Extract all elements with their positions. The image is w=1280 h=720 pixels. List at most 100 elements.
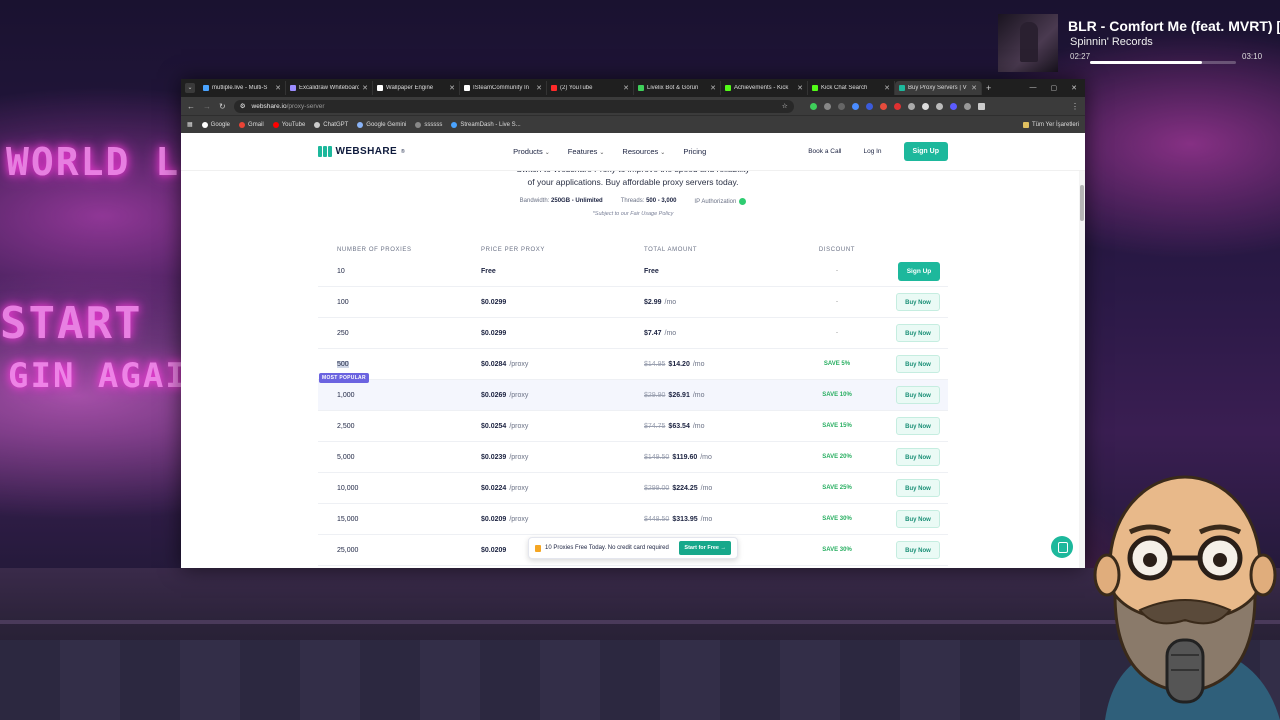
bookmark-star-icon[interactable]: ☆ [782, 102, 788, 110]
browser-tab[interactable]: mutliple.live - Multi-S ✕ [199, 81, 286, 95]
table-row: 500 $0.0284/proxy $14.95 $14.20/mo SAVE 5% Bu… [318, 349, 948, 380]
tab-favicon-icon [377, 85, 383, 91]
cell-total-amount: $2.99/mo [644, 298, 677, 306]
bookmark-item[interactable]: StreamDash - Live S... [451, 121, 521, 128]
signup-button[interactable]: Sign Up [903, 142, 948, 161]
apps-grid-icon[interactable]: ▦ [187, 121, 193, 128]
tab-close-icon[interactable]: ✕ [710, 84, 716, 92]
plan-specs: Bandwidth: 250GB - Unlimited Threads: 50… [181, 198, 1085, 205]
tab-close-icon[interactable]: ✕ [362, 84, 368, 92]
tab-search-button[interactable]: ⌄ [185, 83, 195, 93]
extension-icon[interactable] [837, 102, 845, 110]
browser-tab[interactable]: Livelix Bot & Görün ✕ [634, 81, 721, 95]
browser-tab[interactable]: Kick Chat Search ✕ [808, 81, 895, 95]
scrollbar-thumb[interactable] [1080, 185, 1084, 221]
menu-resources[interactable]: Resources ⌄ [622, 147, 665, 156]
address-bar[interactable]: ⚙ webshare.io/proxy-server ☆ [233, 99, 794, 113]
buy-now-button[interactable]: Buy Now [896, 355, 940, 373]
extension-icon[interactable] [921, 102, 929, 110]
tab-close-icon[interactable]: ✕ [275, 84, 281, 92]
buy-now-button[interactable]: Buy Now [896, 293, 940, 311]
bookmark-item[interactable]: Gmail [239, 121, 264, 128]
webshare-logo[interactable]: WEBSHARE ® [318, 146, 405, 157]
track-duration: 03:10 [1242, 52, 1263, 61]
menu-products[interactable]: Products ⌄ [513, 147, 550, 156]
bookmark-item[interactable]: Google Gemini [357, 121, 406, 128]
tab-label: Achievements - Kick [734, 85, 789, 91]
maximize-icon[interactable]: ▢ [1051, 84, 1058, 92]
main-menu: Products ⌄ Features ⌄ Resources ⌄ Pricing [513, 147, 706, 156]
buy-now-button[interactable]: Buy Now [896, 386, 940, 404]
tab-close-icon[interactable]: ✕ [971, 84, 977, 92]
tab-label: Livelix Bot & Görün [647, 85, 699, 91]
extension-icon[interactable] [809, 102, 817, 110]
browser-tab[interactable]: Achievements - Kick ✕ [721, 81, 808, 95]
tab-label: ISteamCommunity In [473, 85, 530, 91]
new-tab-button[interactable]: + [986, 83, 991, 93]
bookmark-item[interactable]: Google [201, 121, 230, 128]
extension-icon[interactable] [865, 102, 873, 110]
puzzle-icon[interactable] [977, 102, 985, 110]
browser-tab[interactable]: (2) YouTube ✕ [547, 81, 634, 95]
extension-icon[interactable] [935, 102, 943, 110]
cell-proxy-count: 100 [337, 298, 349, 306]
bookmark-item[interactable]: ChatGPT [314, 121, 349, 128]
tab-close-icon[interactable]: ✕ [623, 84, 629, 92]
cell-total-amount: $7.47/mo [644, 329, 677, 337]
tab-close-icon[interactable]: ✕ [449, 84, 455, 92]
row-signup-button[interactable]: Sign Up [898, 261, 940, 281]
buy-now-button[interactable]: Buy Now [896, 479, 940, 497]
tab-close-icon[interactable]: ✕ [536, 84, 542, 92]
menu-kebab-icon[interactable]: ⋮ [1071, 102, 1079, 111]
extension-icon[interactable] [823, 102, 831, 110]
table-row: 100 $0.0299 $2.99/mo - Buy Now [318, 287, 948, 318]
buy-now-button[interactable]: Buy Now [896, 417, 940, 435]
login-link[interactable]: Log In [863, 148, 881, 155]
header-total-amount: TOTAL AMOUNT [644, 247, 698, 253]
extension-icon[interactable] [907, 102, 915, 110]
all-bookmarks-folder[interactable]: Tüm Yer İşaretleri [1022, 121, 1079, 128]
back-icon[interactable]: ← [187, 102, 195, 111]
site-navbar: WEBSHARE ® Products ⌄ Features ⌄ Resources ⌄… [181, 133, 1085, 171]
url-host: webshare.io [251, 102, 287, 110]
cell-total-amount: Free [644, 267, 659, 275]
minimize-icon[interactable]: — [1030, 84, 1037, 92]
bookmark-favicon-icon [314, 121, 321, 128]
bookmark-item[interactable]: ssssss [415, 121, 442, 128]
close-window-icon[interactable]: ✕ [1071, 84, 1077, 92]
forward-icon[interactable]: → [203, 102, 211, 111]
streamer-avatar [1093, 475, 1280, 720]
buy-now-button[interactable]: Buy Now [896, 541, 940, 559]
menu-pricing[interactable]: Pricing [683, 147, 706, 156]
extension-icon[interactable] [879, 102, 887, 110]
browser-tab[interactable]: Wallpaper Engine ✕ [373, 81, 460, 95]
browser-tab[interactable]: Excalidraw Whiteboard ✕ [286, 81, 373, 95]
cell-proxy-count: 1,000 [337, 391, 355, 399]
reload-icon[interactable]: ↻ [219, 102, 226, 111]
cell-proxy-count: 250 [337, 329, 349, 337]
book-call-link[interactable]: Book a Call [808, 148, 841, 155]
extension-icon[interactable] [851, 102, 859, 110]
profile-icon[interactable] [963, 102, 971, 110]
bookmark-item[interactable]: YouTube [272, 121, 305, 128]
table-body: 10 Free Free - Sign Up 100 $0.0299 $2.99/mo - Buy… [318, 256, 948, 566]
browser-tab[interactable]: Buy Proxy Servers | V ✕ [895, 81, 982, 95]
buy-now-button[interactable]: Buy Now [896, 448, 940, 466]
cell-discount: - [836, 330, 838, 336]
browser-tab[interactable]: ISteamCommunity In ✕ [460, 81, 547, 95]
nav-actions: Book a Call Log In Sign Up [808, 142, 948, 161]
start-free-button[interactable]: Start for Free → [679, 541, 731, 555]
bookmark-label: ChatGPT [323, 121, 349, 128]
extension-icon[interactable] [893, 102, 901, 110]
tab-close-icon[interactable]: ✕ [797, 84, 803, 92]
buy-now-button[interactable]: Buy Now [896, 510, 940, 528]
table-row: 10,000 $0.0224/proxy $299.00 $224.25/mo SAVE… [318, 473, 948, 504]
menu-features[interactable]: Features ⌄ [568, 147, 605, 156]
site-info-icon[interactable]: ⚙ [240, 102, 246, 110]
neon-sign-start: START [0, 298, 143, 349]
buy-now-button[interactable]: Buy Now [896, 324, 940, 342]
chat-icon[interactable] [1051, 536, 1073, 558]
tab-close-icon[interactable]: ✕ [884, 84, 890, 92]
cell-total-amount: $149.50 $119.60/mo [644, 453, 712, 461]
extension-icon[interactable] [949, 102, 957, 110]
